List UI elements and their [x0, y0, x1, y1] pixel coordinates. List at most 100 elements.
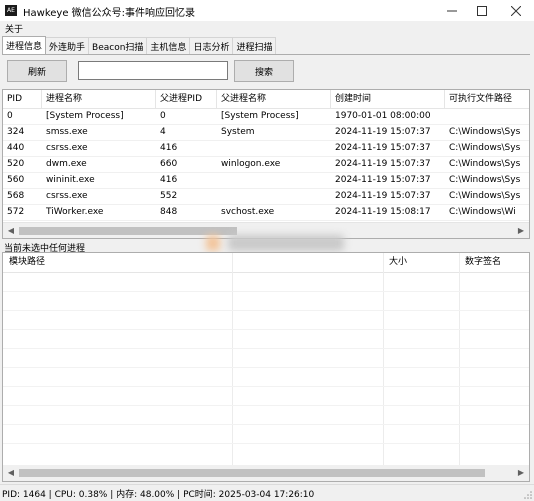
cell-create-time: 2024-11-19 15:07:37: [335, 159, 431, 169]
cell-create-time: 2024-11-19 15:07:37: [335, 191, 431, 201]
maximize-icon: [477, 5, 487, 16]
tab-log-analysis[interactable]: 日志分析: [189, 37, 234, 54]
scroll-thumb[interactable]: [19, 227, 237, 235]
cell-parent-pid: 848: [160, 207, 178, 217]
cell-exe-path: [445, 108, 529, 124]
menu-bar: 关于: [0, 21, 534, 36]
cell-parent-name: System: [221, 127, 255, 137]
table-row[interactable]: 560 wininit.exe 416 2024-11-19 15:07:37 …: [3, 172, 529, 189]
table-row[interactable]: 568 csrss.exe 552 2024-11-19 15:07:37 C:…: [3, 188, 529, 205]
menu-about[interactable]: 关于: [5, 22, 23, 35]
cell-process-name: dwm.exe: [46, 159, 87, 169]
tab-strip: 进程信息 外连助手 Beacon扫描 主机信息 日志分析 进程扫描: [2, 36, 277, 54]
cell-create-time: 2024-11-19 15:08:17: [335, 207, 431, 217]
tab-host-info[interactable]: 主机信息: [146, 37, 191, 54]
scroll-left-icon[interactable]: ◀: [3, 465, 19, 481]
cell-pid: 568: [7, 191, 25, 201]
cell-exe-path: C:\Windows\Sys: [449, 143, 521, 153]
column-header-exe-path[interactable]: 可执行文件路径: [445, 90, 529, 108]
cell-create-time: 1970-01-01 08:00:00: [335, 111, 431, 121]
status-text: PID: 1464 | CPU: 0.38% | 内存: 48.00% | PC…: [2, 490, 315, 500]
table-row[interactable]: 520 dwm.exe 660 winlogon.exe 2024-11-19 …: [3, 156, 529, 173]
column-header-pid[interactable]: PID: [3, 90, 42, 108]
maximize-button[interactable]: [466, 0, 498, 21]
grid-line: [3, 405, 529, 406]
cell-process-name: csrss.exe: [46, 191, 88, 201]
column-header-module-path[interactable]: 模块路径: [3, 253, 383, 272]
title-bar: AE Hawkeye 微信公众号:事件响应回忆录: [0, 0, 534, 21]
module-table[interactable]: 模块路径 大小 数字签名 ◀ ▶: [2, 252, 530, 482]
column-header-size[interactable]: 大小: [383, 253, 459, 272]
column-separator: [459, 253, 460, 465]
column-header-parent-name[interactable]: 父进程名称: [217, 90, 331, 108]
cell-pid: 560: [7, 175, 25, 185]
window-title: Hawkeye 微信公众号:事件响应回忆录: [23, 8, 196, 19]
cell-pid: 572: [7, 207, 25, 217]
tab-process-scan[interactable]: 进程扫描: [232, 37, 277, 54]
scroll-left-icon[interactable]: ◀: [3, 223, 19, 238]
cell-process-name: [System Process]: [46, 111, 124, 121]
cell-exe-path: C:\Windows\Sys: [449, 159, 521, 169]
resize-grip-icon[interactable]: [524, 491, 532, 499]
cell-create-time: 2024-11-19 15:07:37: [335, 127, 431, 137]
redacted-area: [228, 235, 344, 251]
cell-process-name: wininit.exe: [46, 175, 95, 185]
grid-line: [3, 348, 529, 349]
table-row[interactable]: 324 smss.exe 4 System 2024-11-19 15:07:3…: [3, 124, 529, 141]
cell-exe-path: C:\Windows\Wi: [449, 207, 516, 217]
cell-parent-pid: 416: [160, 175, 178, 185]
grid-line: [3, 367, 529, 368]
cell-parent-name: [217, 140, 331, 156]
status-bar: PID: 1464 | CPU: 0.38% | 内存: 48.00% | PC…: [0, 484, 534, 501]
cell-pid: 520: [7, 159, 25, 169]
tab-process-info[interactable]: 进程信息: [2, 36, 47, 54]
tab-connection-helper[interactable]: 外连助手: [45, 37, 90, 54]
column-separator: [383, 253, 384, 465]
process-table-header: PID 进程名称 父进程PID 父进程名称 创建时间 可执行文件路径: [3, 90, 529, 109]
refresh-button[interactable]: 刷新: [7, 60, 67, 82]
module-table-header: 模块路径 大小 数字签名: [3, 253, 529, 273]
grid-line: [3, 310, 529, 311]
process-table[interactable]: PID 进程名称 父进程PID 父进程名称 创建时间 可执行文件路径 0 [Sy…: [2, 89, 530, 239]
minimize-icon: [447, 10, 457, 11]
tab-beacon-scan[interactable]: Beacon扫描: [88, 37, 148, 54]
close-icon: [511, 5, 521, 16]
column-header-signature[interactable]: 数字签名: [459, 253, 529, 272]
cell-parent-pid: 552: [160, 191, 178, 201]
close-button[interactable]: [500, 0, 532, 21]
cell-parent-pid: 660: [160, 159, 178, 169]
cell-parent-name: [217, 172, 331, 188]
cell-pid: 0: [7, 111, 13, 121]
column-header-process-name[interactable]: 进程名称: [42, 90, 156, 108]
grid-line: [3, 424, 529, 425]
cell-exe-path: C:\Windows\Sys: [449, 191, 521, 201]
cell-parent-name: winlogon.exe: [221, 159, 281, 169]
cell-parent-pid: 416: [160, 143, 178, 153]
minimize-button[interactable]: [436, 0, 468, 21]
grid-line: [3, 386, 529, 387]
scroll-thumb[interactable]: [19, 469, 485, 477]
process-info-panel: 刷新 搜索 PID 进程名称 父进程PID 父进程名称 创建时间 可执行文件路径…: [2, 54, 530, 485]
cell-process-name: TiWorker.exe: [46, 207, 104, 217]
table-row[interactable]: 440 csrss.exe 416 2024-11-19 15:07:37 C:…: [3, 140, 529, 157]
cell-parent-name: [System Process]: [221, 111, 299, 121]
cell-process-name: smss.exe: [46, 127, 88, 137]
cell-pid: 440: [7, 143, 25, 153]
table-row[interactable]: 0 [System Process] 0 [System Process] 19…: [3, 108, 529, 125]
grid-line: [3, 291, 529, 292]
scroll-right-icon[interactable]: ▶: [513, 465, 529, 481]
table-row[interactable]: 572 TiWorker.exe 848 svchost.exe 2024-11…: [3, 204, 529, 221]
column-header-parent-pid[interactable]: 父进程PID: [156, 90, 217, 108]
scroll-right-icon[interactable]: ▶: [513, 223, 529, 238]
cell-create-time: 2024-11-19 15:07:37: [335, 175, 431, 185]
cell-exe-path: C:\Windows\Sys: [449, 175, 521, 185]
search-input[interactable]: [78, 61, 228, 80]
grid-line: [3, 329, 529, 330]
module-table-hscrollbar[interactable]: ◀ ▶: [3, 465, 529, 481]
column-header-create-time[interactable]: 创建时间: [331, 90, 445, 108]
search-button[interactable]: 搜索: [234, 60, 294, 82]
cell-exe-path: C:\Windows\Sys: [449, 127, 521, 137]
cell-parent-name: svchost.exe: [221, 207, 275, 217]
cell-pid: 324: [7, 127, 25, 137]
cell-parent-name: [217, 188, 331, 204]
